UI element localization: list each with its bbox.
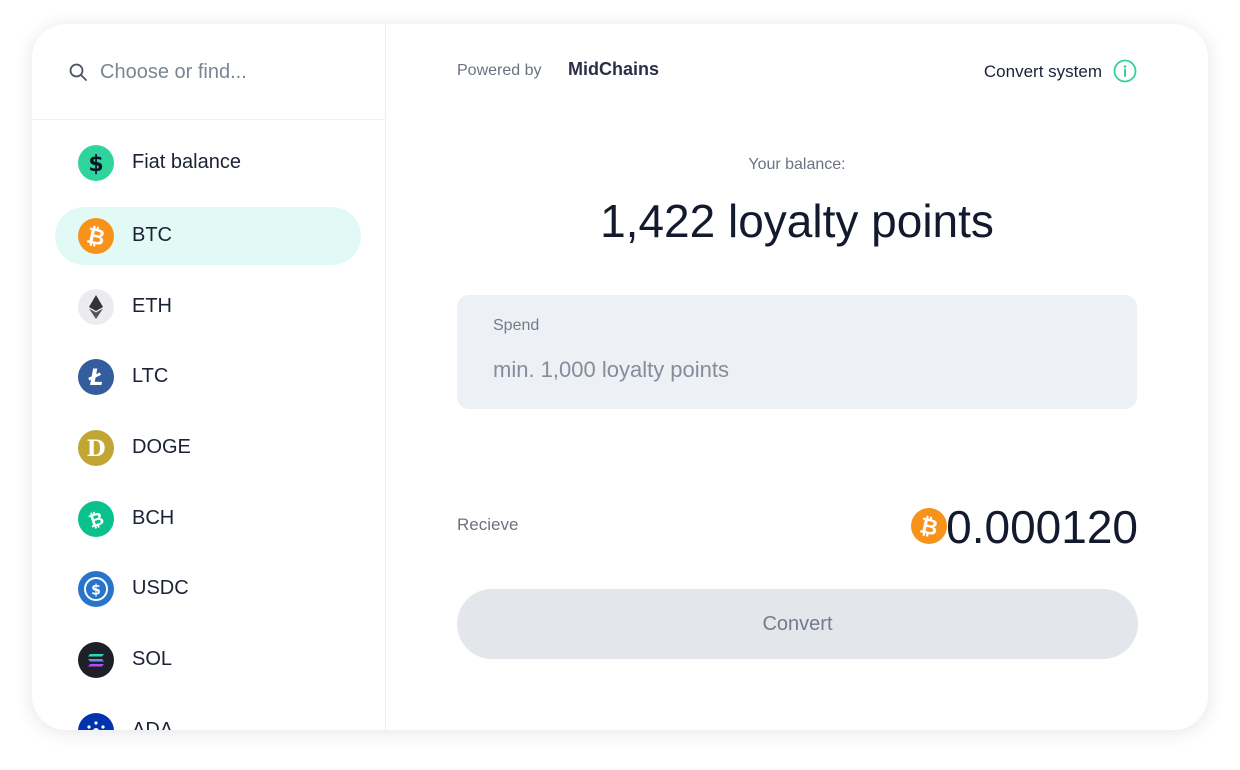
search-bar — [32, 24, 385, 120]
balance-value: 1,422 loyalty points — [600, 195, 994, 247]
search-input[interactable] — [100, 56, 360, 88]
dollar-icon: $ — [78, 145, 114, 181]
currency-item-btc[interactable]: ₿ BTC — [55, 207, 361, 265]
spend-field[interactable]: Spend — [457, 295, 1137, 409]
spend-label: Spend — [493, 317, 540, 334]
svg-text:$: $ — [91, 583, 101, 599]
powered-by-label: Powered by — [457, 62, 542, 79]
cardano-icon — [78, 713, 114, 730]
dogecoin-icon: D — [78, 430, 114, 466]
svg-text:Ł: Ł — [88, 366, 104, 391]
convert-panel: Powered by MidChains Convert system Your… — [386, 24, 1208, 730]
currency-label: BCH — [132, 507, 175, 529]
currency-label: Fiat balance — [132, 151, 241, 173]
currency-item-ada[interactable]: ADA — [55, 702, 361, 730]
currency-item-ltc[interactable]: Ł LTC — [55, 348, 361, 406]
solana-icon — [78, 642, 114, 678]
balance-label: Your balance: — [748, 156, 846, 173]
convert-system-link[interactable]: Convert system — [984, 62, 1102, 82]
currency-label: ETH — [132, 295, 172, 317]
bitcoin-icon: ₿ — [911, 508, 947, 544]
bitcoin-cash-icon: ₿ — [78, 501, 114, 537]
convert-widget: $ Fiat balance ₿ BTC ETH — [32, 24, 1208, 730]
currency-item-usdc[interactable]: $ USDC — [55, 560, 361, 618]
currency-sidebar: $ Fiat balance ₿ BTC ETH — [32, 24, 386, 730]
currency-label: USDC — [132, 577, 189, 599]
currency-item-bch[interactable]: ₿ BCH — [55, 490, 361, 548]
search-icon — [69, 63, 87, 81]
receive-label: Recieve — [457, 515, 519, 534]
info-icon[interactable] — [1113, 59, 1137, 83]
spend-input[interactable] — [493, 355, 1093, 385]
currency-item-sol[interactable]: SOL — [55, 631, 361, 689]
currency-item-fiat-balance[interactable]: $ Fiat balance — [55, 134, 361, 192]
usdc-icon: $ — [78, 571, 114, 607]
currency-label: ADA — [132, 719, 174, 730]
ethereum-icon — [78, 289, 114, 325]
litecoin-icon: Ł — [78, 359, 114, 395]
bitcoin-icon: ₿ — [78, 218, 114, 254]
convert-button[interactable]: Convert — [457, 589, 1138, 659]
brand-logo: MidChains — [568, 59, 660, 79]
svg-text:$: $ — [88, 152, 103, 177]
svg-text:D: D — [86, 436, 105, 462]
receive-amount: 0.000120 — [946, 501, 1138, 553]
currency-item-eth[interactable]: ETH — [55, 278, 361, 336]
currency-label: BTC — [132, 224, 172, 246]
currency-label: SOL — [132, 648, 173, 670]
currency-label: LTC — [132, 365, 169, 387]
currency-item-doge[interactable]: D DOGE — [55, 419, 361, 477]
currency-label: DOGE — [132, 436, 191, 458]
